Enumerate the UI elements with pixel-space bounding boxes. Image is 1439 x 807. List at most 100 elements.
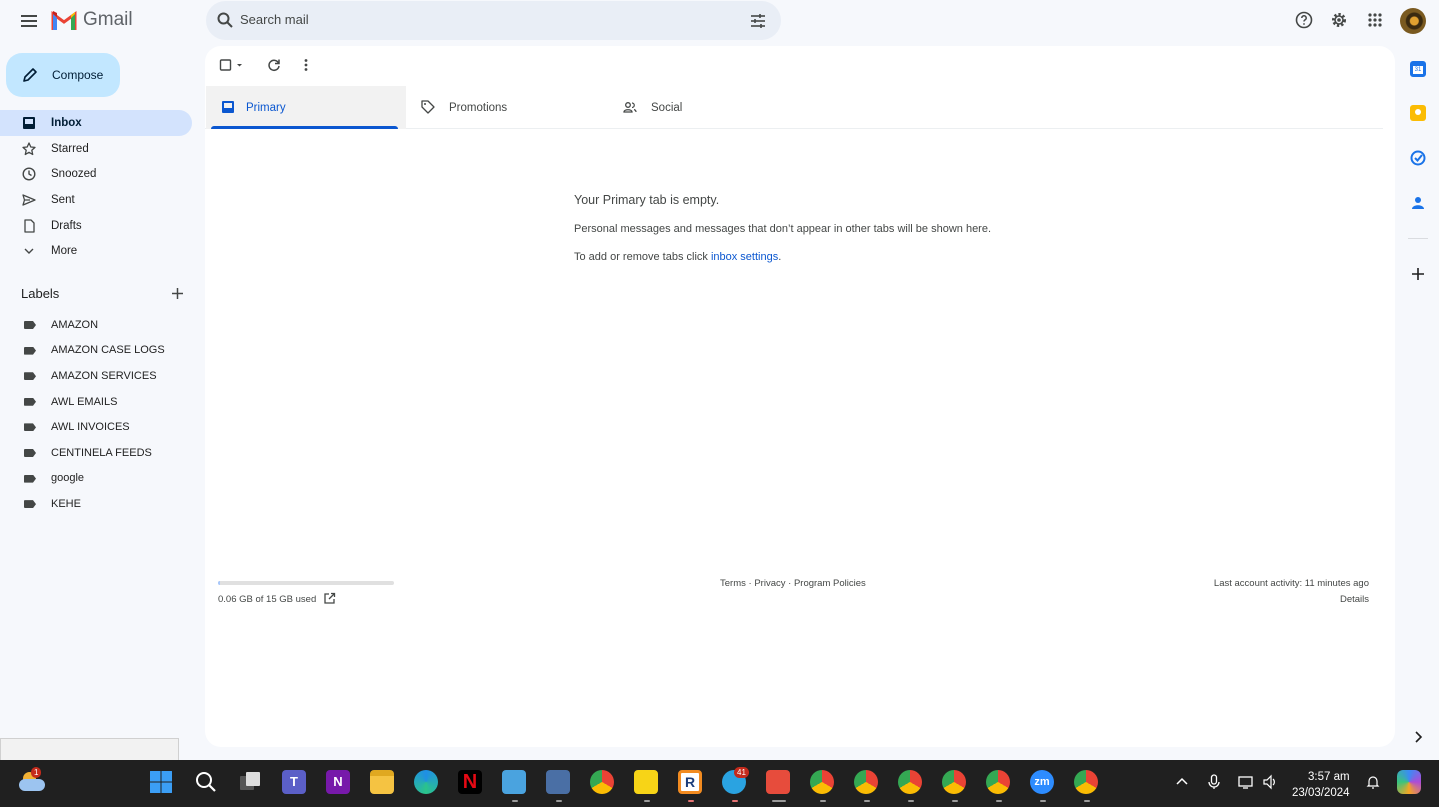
system-clock[interactable]: 3:57 am 23/03/2024 xyxy=(1292,769,1350,801)
keep-icon[interactable] xyxy=(1410,105,1426,121)
chrome-profile-icon[interactable] xyxy=(1074,770,1098,794)
weather-badge: 1 xyxy=(31,767,42,778)
zoom-icon[interactable]: zm xyxy=(1030,770,1054,794)
volume-icon[interactable] xyxy=(1262,774,1278,790)
tab-promotions[interactable]: Promotions xyxy=(406,86,621,129)
label-tag-icon xyxy=(24,372,36,381)
tasks-icon[interactable] xyxy=(1410,150,1426,166)
label-tag-icon xyxy=(24,423,36,432)
empty-state-title: Your Primary tab is empty. xyxy=(574,193,720,207)
select-all-checkbox[interactable] xyxy=(219,57,243,73)
copilot-icon[interactable] xyxy=(1397,770,1421,794)
task-view-icon[interactable] xyxy=(238,770,262,794)
search-bar[interactable] xyxy=(206,1,781,40)
people-icon xyxy=(623,102,637,113)
teams-icon[interactable]: T xyxy=(282,770,306,794)
more-vert-icon[interactable] xyxy=(298,57,314,73)
onenote-icon[interactable]: N xyxy=(326,770,350,794)
sidebar-divider xyxy=(1408,238,1428,239)
sidebar-item-label: More xyxy=(51,245,78,258)
program-policies-link[interactable]: Program Policies xyxy=(794,578,866,589)
search-options-icon[interactable] xyxy=(749,12,767,30)
expand-panel-icon[interactable] xyxy=(1410,729,1426,745)
sidebar-item-snoozed[interactable]: Snoozed xyxy=(0,161,192,187)
sidebar-nav: Inbox Starred Snoozed Sent Drafts More xyxy=(0,110,200,264)
search-icon[interactable] xyxy=(216,11,234,29)
label-item-centinela-feeds[interactable]: CENTINELA FEEDS xyxy=(0,440,200,466)
refresh-icon[interactable] xyxy=(266,57,282,73)
help-icon[interactable] xyxy=(1294,10,1314,30)
label-item-amazon-case-logs[interactable]: AMAZON CASE LOGS xyxy=(0,338,200,364)
telegram-icon[interactable]: 41 xyxy=(722,767,749,794)
labels-list: AMAZON AMAZON CASE LOGS AMAZON SERVICES … xyxy=(0,312,200,517)
ringcentral-icon[interactable]: R xyxy=(678,770,702,794)
storage-meter-fill xyxy=(218,581,220,585)
label-name: CENTINELA FEEDS xyxy=(51,446,152,459)
label-name: AMAZON CASE LOGS xyxy=(51,344,165,357)
add-addon-icon[interactable] xyxy=(1410,266,1426,282)
weather-widget[interactable]: 1 xyxy=(19,767,45,792)
chrome-icon[interactable] xyxy=(590,770,614,794)
account-avatar[interactable] xyxy=(1400,8,1426,34)
edge-icon[interactable] xyxy=(414,770,438,794)
show-hidden-icons-icon[interactable] xyxy=(1174,774,1190,790)
inbox-settings-link[interactable]: inbox settings xyxy=(711,251,778,263)
privacy-link[interactable]: Privacy xyxy=(754,578,785,589)
google-apps-icon[interactable] xyxy=(1365,10,1385,30)
file-explorer-icon[interactable] xyxy=(370,770,394,794)
notepad-icon[interactable] xyxy=(502,770,526,794)
label-item-amazon-services[interactable]: AMAZON SERVICES xyxy=(0,363,200,389)
running-indicator xyxy=(908,800,914,802)
compose-button[interactable]: Compose xyxy=(6,53,120,97)
label-tag-icon xyxy=(24,321,36,329)
terms-link[interactable]: Terms xyxy=(720,578,746,589)
label-item-kehe[interactable]: KEHE xyxy=(0,491,200,517)
sidebar-item-sent[interactable]: Sent xyxy=(0,187,192,213)
label-item-awl-emails[interactable]: AWL EMAILS xyxy=(0,389,200,415)
running-indicator xyxy=(1040,800,1046,802)
sidebar-item-label: Starred xyxy=(51,142,89,155)
calculator-icon[interactable] xyxy=(546,770,570,794)
tab-primary[interactable]: Primary xyxy=(206,86,406,129)
settings-gear-icon[interactable] xyxy=(1329,10,1349,30)
sidebar-item-starred[interactable]: Starred xyxy=(0,136,192,162)
snipping-tool-icon[interactable] xyxy=(766,770,790,794)
calendar-icon[interactable]: 31 xyxy=(1410,61,1426,77)
label-item-google[interactable]: google xyxy=(0,466,200,492)
chevron-down-icon xyxy=(24,248,34,255)
footer-links: Terms · Privacy · Program Policies xyxy=(720,578,866,589)
chrome-profile-icon[interactable] xyxy=(986,770,1010,794)
chrome-profile-icon[interactable] xyxy=(942,770,966,794)
add-label-icon[interactable] xyxy=(171,287,184,300)
label-tag-icon xyxy=(24,397,36,406)
sidebar-item-inbox[interactable]: Inbox xyxy=(0,110,192,136)
sidebar-item-more[interactable]: More xyxy=(0,238,192,264)
notifications-icon[interactable] xyxy=(1365,774,1381,790)
chrome-profile-icon[interactable] xyxy=(898,770,922,794)
open-external-icon[interactable] xyxy=(323,592,336,605)
taskbar-search-icon[interactable] xyxy=(194,770,218,794)
label-name: AMAZON SERVICES xyxy=(51,369,157,382)
search-input[interactable] xyxy=(240,12,720,27)
clock-icon xyxy=(22,167,36,181)
details-link[interactable]: Details xyxy=(1340,594,1369,605)
label-tag-icon xyxy=(24,448,36,457)
windows-start-icon[interactable] xyxy=(149,770,173,794)
microphone-icon[interactable] xyxy=(1206,774,1222,790)
clock-date: 23/03/2024 xyxy=(1292,787,1350,799)
main-menu-icon[interactable] xyxy=(16,8,42,34)
chrome-profile-icon[interactable] xyxy=(854,770,878,794)
network-icon[interactable] xyxy=(1238,774,1254,790)
netflix-icon[interactable]: N xyxy=(458,770,482,794)
chrome-profile-icon[interactable] xyxy=(810,770,834,794)
label-tag-icon xyxy=(24,474,36,483)
label-item-awl-invoices[interactable]: AWL INVOICES xyxy=(0,414,200,440)
sticky-notes-icon[interactable] xyxy=(634,770,658,794)
sidebar-item-drafts[interactable]: Drafts xyxy=(0,213,192,239)
inbox-icon xyxy=(222,101,234,113)
contacts-icon[interactable] xyxy=(1410,195,1426,211)
label-item-amazon[interactable]: AMAZON xyxy=(0,312,200,338)
gmail-logo[interactable]: Gmail xyxy=(51,9,133,31)
gmail-m-icon xyxy=(51,11,77,30)
tab-social[interactable]: Social xyxy=(608,86,823,129)
